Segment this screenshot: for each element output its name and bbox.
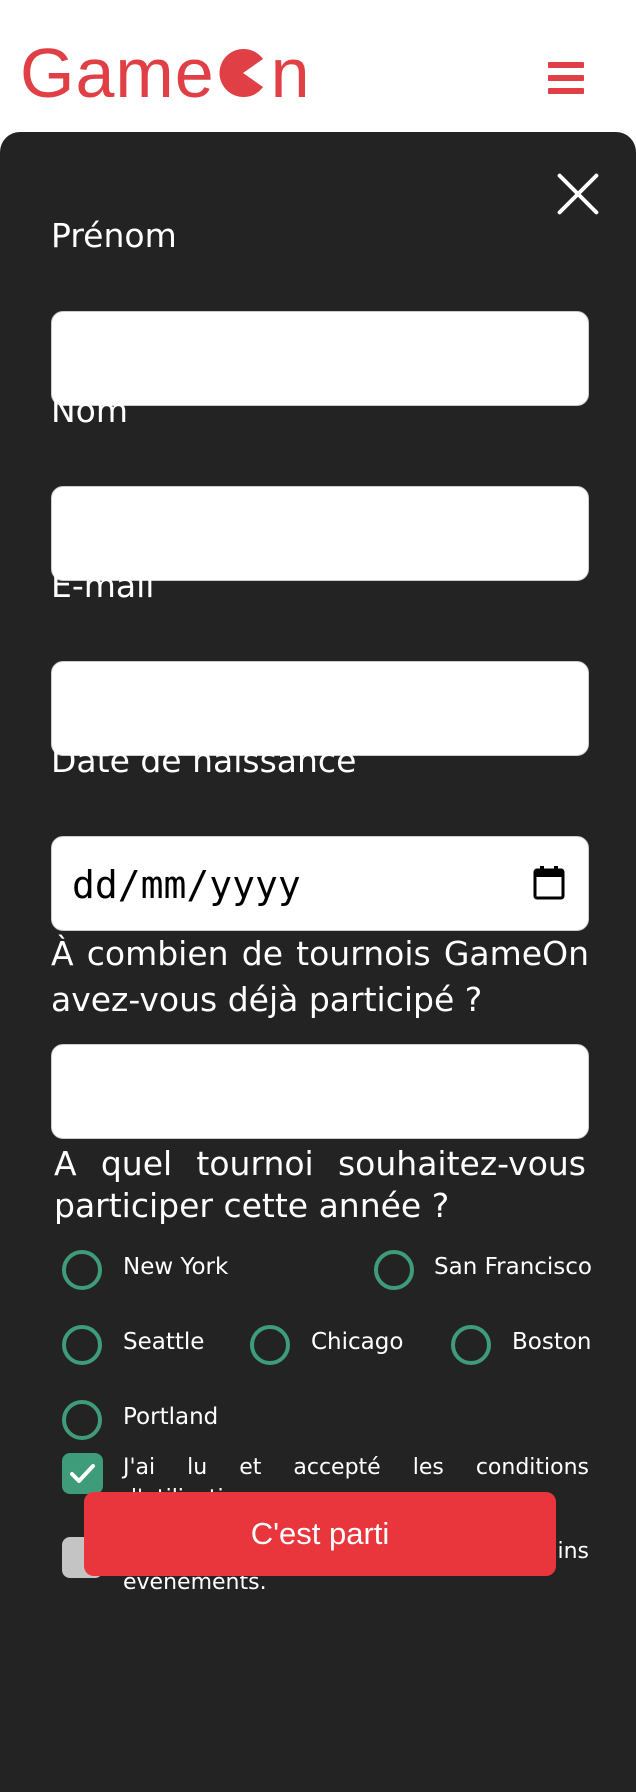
radio-new-york[interactable] [62,1250,102,1290]
gameon-logo[interactable]: Game n [20,38,311,108]
radio-label-seattle: Seattle [123,1329,205,1355]
radio-san-francisco[interactable] [374,1250,414,1290]
calendar-icon[interactable] [532,865,566,901]
radio-boston[interactable] [451,1325,491,1365]
birthdate-field[interactable]: dd/mm/yyyy [51,836,589,931]
top-nav: Game n [0,0,636,134]
submit-button[interactable]: C'est parti [84,1492,556,1576]
quantity-field[interactable] [51,1044,589,1139]
logo-text-game: Game [20,34,215,112]
radio-seattle[interactable] [62,1325,102,1365]
radio-label-boston: Boston [512,1329,592,1355]
last-name-label: Nom [51,391,129,430]
first-name-label: Prénom [51,216,177,255]
checkmark-icon [70,1464,95,1483]
radio-label-new-york: New York [123,1254,229,1280]
first-name-field[interactable] [51,311,589,406]
birthdate-label: Date de naissance [51,741,357,780]
terms-checkbox[interactable] [62,1453,103,1494]
logo-text-n: n [270,34,311,112]
radio-chicago[interactable] [250,1325,290,1365]
radio-label-san-francisco: San Francisco [434,1254,593,1280]
birthdate-placeholder: dd/mm/yyyy [72,863,301,907]
radio-label-portland: Portland [123,1404,219,1430]
email-label: E-mail [51,566,155,605]
radio-label-chicago: Chicago [311,1329,404,1355]
menu-icon[interactable] [548,62,584,94]
logo-pacman-icon [219,49,263,97]
quantity-label: À combien de tournois GameOn avez-vous d… [51,934,589,1019]
close-icon[interactable] [556,172,600,216]
radio-portland[interactable] [62,1400,102,1440]
location-label: A quel tournoi souhaitez-vous participer… [54,1144,586,1225]
